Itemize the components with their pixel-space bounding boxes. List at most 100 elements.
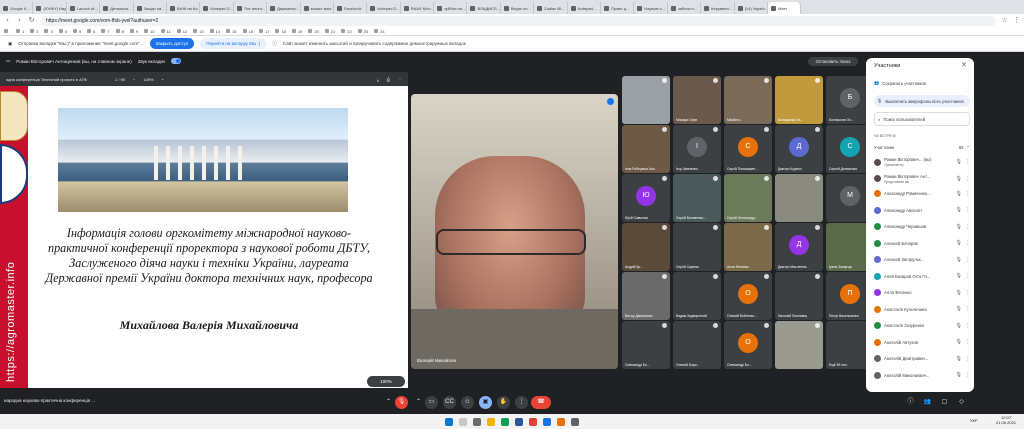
participant-tile[interactable]: Олександр Бо... [622,321,670,369]
participant-row[interactable]: Роман Вікторович Ант... Представлен вы 🎙 ⋮ [874,174,970,184]
app-icon-2[interactable] [571,417,579,426]
reload-icon[interactable]: ↻ [28,17,35,24]
explorer-icon[interactable] [487,417,495,426]
language-indicator[interactable]: УКР [970,418,978,423]
participant-tile[interactable]: Д Дмитро Куріпко [775,125,823,173]
browser-tab[interactable]: Notepad D... [367,2,401,14]
bookmark-item[interactable]: 11 [160,29,171,34]
browser-tab[interactable]: (ЮНКУ) Нау... [33,2,67,14]
browser-tab[interactable]: захист мал... [301,2,334,14]
taskview-icon[interactable] [473,417,481,426]
browser-tab[interactable]: Вхідні ли... [501,2,535,14]
participant-tile[interactable]: Д Дмитро Масленнік... [775,223,823,271]
more-icon[interactable]: ⋮ [398,77,402,82]
participant-tile[interactable]: Олексій Бори... [673,321,721,369]
bookmark-item[interactable]: 4 [58,29,67,34]
participant-row[interactable]: Анастасія Зозуренко 🎙 ⋮ [874,322,970,329]
browser-tab[interactable]: Керуванн... [701,2,735,14]
present-button[interactable]: ▣ [479,396,492,409]
mic-off-icon[interactable]: 🎙 [956,191,962,197]
bookmark-item[interactable] [4,29,10,33]
browser-tab[interactable]: Zodiac Bl... [534,2,568,14]
bookmark-item[interactable]: 24 [374,29,385,34]
bookmark-item[interactable]: 20 [308,29,319,34]
more-icon[interactable]: ⋮ [965,273,970,279]
participant-row[interactable]: Алия Базаров Отга Гя... 🎙 ⋮ [874,272,970,280]
raise-hand-button[interactable]: ✋ [497,396,510,409]
chrome-icon[interactable] [529,417,537,426]
participant-tile[interactable]: Сергій Воловенко... [673,174,721,222]
participant-tile[interactable] [775,174,823,222]
browser-tab[interactable]: Google K... [0,2,34,14]
menu-icon[interactable]: ⋮ [1013,17,1020,24]
bookmark-item[interactable]: 21 [324,29,335,34]
captions-button[interactable]: CC [443,396,456,409]
participant-tile[interactable]: Сергій Олександр... [724,174,772,222]
more-icon[interactable]: ⋮ [965,191,970,197]
participant-tile[interactable] [622,76,670,124]
more-icon[interactable]: ⋮ [965,224,970,230]
people-button[interactable]: 👥 [921,396,934,409]
tab-audio-toggle[interactable] [170,58,181,64]
bookmark-item[interactable]: 6 [87,29,95,34]
system-clock[interactable]: 12:07 21.05.2021 [996,415,1016,425]
browser-tab[interactable]: Launch of... [67,2,101,14]
url-input[interactable]: https://meet.google.com/vom-ffsb-yvel?au… [40,15,996,26]
download-icon[interactable]: ⤓ [377,77,379,82]
bookmark-item[interactable]: 22 [341,29,352,34]
browser-tab[interactable]: The neuro... [234,2,268,14]
info-icon-bottom[interactable]: ⓘ [904,396,917,409]
mic-off-icon[interactable]: 🎙 [956,323,962,329]
browser-tab[interactable]: Meet [767,2,802,14]
more-options-button[interactable]: ⋮ [515,396,528,409]
participant-tile[interactable]: Сергій Скрипко [673,223,721,271]
mic-off-icon[interactable]: 🎙 [956,306,962,312]
activities-icon[interactable]: ◇ [955,396,968,409]
edge-icon[interactable] [543,417,551,426]
participant-row[interactable]: Александр Авсеолт 🎙 ⋮ [874,206,970,214]
participant-tile[interactable]: Ю Юрій Савченко [622,174,670,222]
participant-row[interactable]: Анатолій Демітравин... 🎙 ⋮ [874,355,970,362]
more-icon[interactable]: ⋮ [965,207,970,213]
more-icon[interactable]: ⋮ [965,372,970,378]
forward-icon[interactable]: › [16,17,23,24]
mic-off-button[interactable]: 🎙 [395,396,408,409]
participant-tile[interactable] [775,321,823,369]
participant-row[interactable]: Алексей Бочаров 🎙 ⋮ [874,239,970,247]
mic-off-icon[interactable]: 🎙 [956,176,962,182]
participant-row[interactable]: Роман Вікторович... (вы) Организатор 🎙 ⋮ [874,157,970,167]
bookmark-item[interactable]: 14 [209,29,220,34]
more-icon[interactable]: ⋮ [965,356,970,362]
mic-off-icon[interactable]: 🎙 [956,356,962,362]
main-speaker-video[interactable]: Валерій Михайлов [411,94,618,369]
emoji-button[interactable]: ☺ [461,396,474,409]
back-icon[interactable]: ‹ [4,17,11,24]
more-icon[interactable]: ⋮ [965,306,970,312]
camera-button[interactable]: ▭ [425,396,438,409]
browser-tab[interactable]: зуббез на ... [434,2,468,14]
bookmark-item[interactable]: 8 [115,29,124,34]
browser-tab[interactable]: Наукові с... [634,2,668,14]
stop-sharing-button[interactable]: Закрыть доступ [149,38,195,49]
bookmark-item[interactable]: 7 [101,29,110,34]
browser-tab[interactable]: ВНЖ на Ко... [167,2,201,14]
participant-row[interactable]: Анастасія Кульчичина 🎙 ⋮ [874,305,970,313]
star-icon[interactable]: ☆ [1001,17,1008,24]
excel-icon[interactable] [501,417,509,426]
mic-off-icon[interactable]: 🎙 [956,207,962,213]
browser-tab[interactable]: RAAS Мол... [401,2,435,14]
participant-row[interactable]: Анатолій Миколаєвич... 🎙 ⋮ [874,371,970,379]
bookmark-item[interactable]: 13 [193,29,204,34]
word-icon[interactable] [515,417,523,426]
chat-icon[interactable]: ▢ [938,396,951,409]
bookmark-item[interactable]: 9 [129,29,138,34]
participant-tile[interactable]: Міхайло... [724,76,772,124]
more-icon[interactable]: ⋮ [965,240,970,246]
save-participants-button[interactable]: 👥 Сохранить участников [874,80,970,86]
bookmark-item[interactable]: 10 [144,29,155,34]
participant-row[interactable]: Александр Ромаченко... 🎙 ⋮ [874,190,970,197]
browser-tab[interactable]: Держаvна... [267,2,301,14]
more-icon[interactable]: ⋮ [965,176,970,182]
search-input[interactable]: ⌕ Поиск пользователей [874,112,970,126]
bookmark-item[interactable]: 12 [176,29,187,34]
